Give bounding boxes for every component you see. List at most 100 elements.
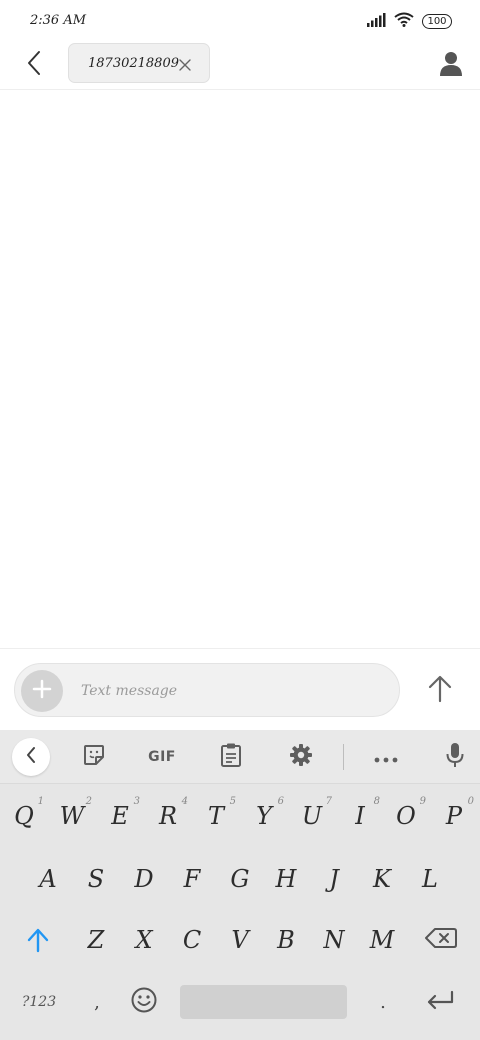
key[interactable]: C bbox=[170, 914, 214, 966]
key-hint: 3 bbox=[133, 796, 140, 807]
key-hint: 1 bbox=[37, 796, 44, 807]
key-hint: 7 bbox=[325, 796, 332, 807]
key-letter: W bbox=[59, 802, 85, 830]
key[interactable]: D bbox=[122, 853, 166, 905]
key-letter: V bbox=[231, 926, 249, 954]
key-letter: P bbox=[445, 802, 463, 830]
emoji-key[interactable] bbox=[130, 986, 160, 1016]
battery-level: 100 bbox=[427, 16, 447, 27]
key-letter: N bbox=[323, 926, 345, 954]
key[interactable]: E3 bbox=[98, 790, 142, 842]
key[interactable]: L bbox=[408, 853, 452, 905]
more-icon bbox=[374, 748, 398, 767]
status-time: 2:36 AM bbox=[30, 13, 87, 28]
backspace-icon bbox=[424, 928, 458, 954]
key[interactable]: X bbox=[122, 914, 166, 966]
symbols-key[interactable]: ?123 bbox=[14, 982, 64, 1022]
key-letter: G bbox=[230, 865, 250, 893]
key-hint: 6 bbox=[277, 796, 284, 807]
voice-input-button[interactable] bbox=[442, 739, 468, 775]
gif-button[interactable]: GIF bbox=[140, 739, 184, 775]
settings-icon bbox=[289, 743, 313, 771]
key[interactable]: Q1 bbox=[2, 790, 46, 842]
key-letter: O bbox=[396, 802, 416, 830]
key[interactable]: K bbox=[360, 853, 404, 905]
key[interactable]: H bbox=[264, 853, 308, 905]
shift-icon bbox=[22, 928, 54, 958]
add-icon bbox=[32, 679, 52, 703]
key[interactable]: S bbox=[74, 853, 118, 905]
delete-key[interactable] bbox=[424, 926, 458, 954]
key-hint: 5 bbox=[229, 796, 236, 807]
key-letter: U bbox=[301, 802, 323, 830]
key-letter: Q bbox=[14, 802, 34, 830]
period-key[interactable]: . bbox=[368, 982, 398, 1022]
recipient-chip[interactable]: 18730218809 bbox=[68, 43, 210, 83]
key[interactable]: V bbox=[218, 914, 262, 966]
key-letter: Y bbox=[256, 802, 272, 830]
key-letter: I bbox=[355, 802, 365, 830]
compose-bar: Text message bbox=[0, 648, 480, 730]
space-key[interactable] bbox=[180, 985, 347, 1019]
key[interactable]: F bbox=[170, 853, 214, 905]
key[interactable]: M bbox=[360, 914, 404, 966]
collapse-toolbar-button[interactable] bbox=[12, 738, 50, 776]
key[interactable]: W2 bbox=[50, 790, 94, 842]
key[interactable]: U7 bbox=[290, 790, 334, 842]
enter-key[interactable] bbox=[424, 988, 456, 1016]
remove-recipient-icon[interactable] bbox=[178, 57, 192, 71]
more-options-button[interactable] bbox=[370, 739, 402, 775]
key[interactable]: N bbox=[312, 914, 356, 966]
keyboard: G I F Q 1 W 2 E 3 R 4 T 5 Y 6 U 7 I 8 O 9 … bbox=[0, 730, 480, 1040]
keyboard-toolbar: GIF bbox=[0, 730, 480, 784]
key[interactable]: A bbox=[26, 853, 70, 905]
key-letter: R bbox=[158, 802, 178, 830]
back-arrow-icon bbox=[26, 50, 42, 80]
back-button[interactable] bbox=[20, 50, 48, 80]
recipient-number: 18730218809 bbox=[88, 55, 179, 71]
key-letter: H bbox=[275, 865, 297, 893]
compose-field[interactable]: Text message bbox=[14, 663, 400, 717]
key-hint: 0 bbox=[467, 796, 474, 807]
key[interactable]: O9 bbox=[384, 790, 428, 842]
conversation-header: 18730218809 bbox=[0, 42, 480, 90]
key[interactable]: P0 bbox=[432, 790, 476, 842]
key[interactable]: T5 bbox=[194, 790, 238, 842]
status-icons: 100 bbox=[366, 12, 452, 31]
key[interactable]: G bbox=[218, 853, 262, 905]
contact-button[interactable] bbox=[438, 50, 464, 78]
status-bar: 2:36 AM 100 bbox=[0, 0, 480, 42]
signal-icon bbox=[366, 12, 386, 31]
key[interactable]: R4 bbox=[146, 790, 190, 842]
key-hint: 8 bbox=[373, 796, 380, 807]
key-letter: K bbox=[373, 865, 391, 893]
microphone-icon bbox=[446, 742, 464, 772]
shift-key[interactable] bbox=[22, 926, 54, 954]
key-hint: 4 bbox=[181, 796, 188, 807]
key-hint: 2 bbox=[85, 796, 92, 807]
sticker-button[interactable] bbox=[78, 739, 110, 775]
key-letter: A bbox=[39, 865, 57, 893]
key-letter: S bbox=[87, 865, 105, 893]
key[interactable]: Y6 bbox=[242, 790, 286, 842]
message-thread[interactable] bbox=[0, 91, 480, 648]
enter-icon bbox=[424, 990, 456, 1016]
key[interactable]: I8 bbox=[338, 790, 382, 842]
key-letter: X bbox=[135, 926, 153, 954]
sticker-icon bbox=[82, 743, 106, 771]
key-letter: B bbox=[277, 926, 295, 954]
key-letter: J bbox=[329, 865, 339, 893]
wifi-icon bbox=[394, 12, 414, 31]
contact-icon bbox=[438, 52, 464, 82]
comma-key[interactable]: , bbox=[82, 982, 112, 1022]
key[interactable]: B bbox=[264, 914, 308, 966]
key-letter: D bbox=[134, 865, 154, 893]
send-button[interactable] bbox=[427, 674, 453, 704]
message-input-placeholder[interactable]: Text message bbox=[81, 683, 177, 699]
key[interactable]: J bbox=[312, 853, 356, 905]
keyboard-settings-button[interactable] bbox=[286, 739, 316, 775]
clipboard-button[interactable] bbox=[216, 739, 246, 775]
key[interactable]: Z bbox=[74, 914, 118, 966]
add-attachment-button[interactable] bbox=[21, 670, 63, 712]
send-icon bbox=[427, 675, 453, 708]
